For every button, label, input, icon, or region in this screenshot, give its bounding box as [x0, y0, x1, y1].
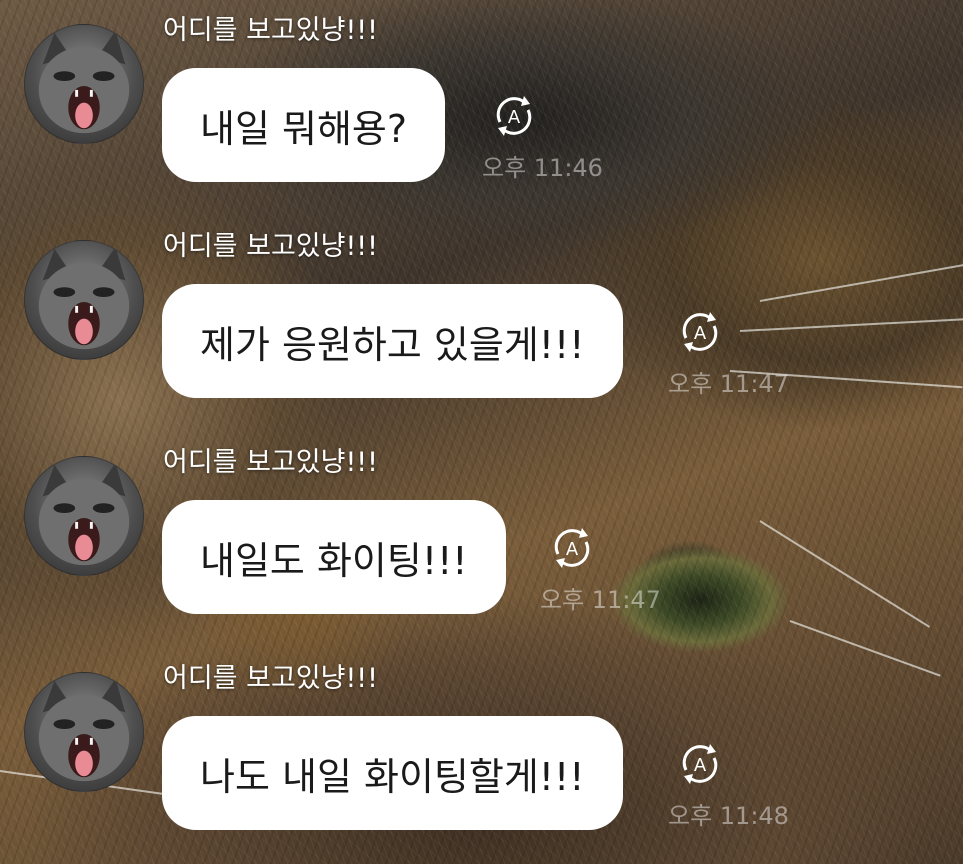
message-text: 나도 내일 화이팅할게!!! [200, 754, 585, 799]
sender-name: 어디를 보고있냥!!! [163, 663, 378, 694]
message-text: 내일도 화이팅!!! [200, 538, 468, 583]
message-bubble[interactable]: 제가 응원하고 있을게!!! [162, 284, 623, 398]
sender-name: 어디를 보고있냥!!! [163, 447, 378, 478]
svg-text:A: A [508, 107, 521, 128]
message-time: 오후 11:46 [482, 154, 603, 182]
message-bubble[interactable]: 내일 뭐해용? [162, 68, 446, 182]
translate-icon[interactable]: A [676, 308, 724, 356]
svg-text:A: A [694, 323, 707, 344]
message-row: 어디를 보고있냥!!! 내일 뭐해용? A 오후 11:46 [0, 0, 963, 216]
message-bubble[interactable]: 나도 내일 화이팅할게!!! [162, 716, 623, 830]
sender-name: 어디를 보고있냥!!! [163, 15, 378, 46]
cat-avatar[interactable] [24, 456, 144, 576]
message-row: 어디를 보고있냥!!! 내일도 화이팅!!! A 오후 11:47 [0, 432, 963, 648]
translate-icon[interactable]: A [490, 92, 538, 140]
translate-icon[interactable]: A [548, 524, 596, 572]
svg-text:A: A [566, 539, 579, 560]
cat-avatar[interactable] [24, 240, 144, 360]
cat-avatar[interactable] [24, 672, 144, 792]
translate-icon[interactable]: A [676, 740, 724, 788]
message-row: 어디를 보고있냥!!! 나도 내일 화이팅할게!!! A 오후 11:48 [0, 648, 963, 864]
cat-avatar[interactable] [24, 24, 144, 144]
message-time: 오후 11:47 [668, 370, 789, 398]
svg-text:A: A [694, 755, 707, 776]
message-row: 어디를 보고있냥!!! 제가 응원하고 있을게!!! A 오후 11:47 [0, 216, 963, 432]
message-text: 내일 뭐해용? [200, 106, 408, 151]
sender-name: 어디를 보고있냥!!! [163, 231, 378, 262]
message-bubble[interactable]: 내일도 화이팅!!! [162, 500, 506, 614]
message-time: 오후 11:48 [668, 802, 789, 830]
message-text: 제가 응원하고 있을게!!! [200, 322, 585, 367]
message-time: 오후 11:47 [540, 586, 661, 614]
